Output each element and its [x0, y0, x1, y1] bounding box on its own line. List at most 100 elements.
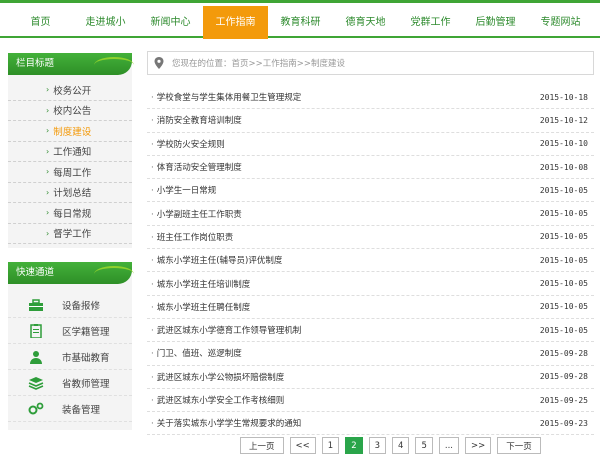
page-number-button[interactable]: 4 [392, 437, 410, 454]
chevron-right-icon: › [46, 85, 50, 95]
nav-item-7[interactable]: 后勤管理 [463, 6, 528, 39]
article-title-link[interactable]: 武进区城东小学公物损坏赔偿制度 [151, 371, 285, 383]
chevron-right-icon: › [46, 187, 50, 197]
article-title-link[interactable]: 关于落实城东小学学生常规要求的通知 [151, 417, 302, 429]
sidebar-item[interactable]: › 制度建设 [8, 121, 132, 142]
article-date: 2015-10-05 [539, 325, 588, 335]
quick-links-panel: 快速通道 设备报修 区学籍管理 市基础教育 省教师管理 装备管理 [8, 262, 134, 430]
first-page-button[interactable]: << [289, 437, 316, 454]
gears-icon [28, 402, 44, 416]
nav-item-3[interactable]: 工作指南 [203, 6, 268, 39]
sidebar-item-label: 每日常规 [53, 208, 92, 220]
sidebar-item-label: 校内公告 [53, 106, 92, 118]
quick-link-label: 省教师管理 [62, 378, 110, 390]
nav-item-1[interactable]: 走进城小 [73, 6, 138, 39]
sidebar-item-label: 制度建设 [53, 126, 92, 138]
article-date: 2015-10-05 [539, 255, 588, 265]
article-title-link[interactable]: 消防安全教育培训制度 [151, 114, 242, 126]
nav-item-4[interactable]: 教育科研 [268, 6, 333, 39]
top-navigation-bar: 首页 走进城小 新闻中心 工作指南 教育科研 德育天地 党群工作 后勤管理 专题网站 [0, 0, 600, 39]
sidebar-item[interactable]: › 每日常规 [8, 203, 132, 224]
article-title-link[interactable]: 小学生一日常规 [151, 184, 217, 196]
article-title-link[interactable]: 班主任工作岗位职责 [151, 231, 234, 243]
article-row: 城东小学班主任培训制度 2015-10-05 [147, 272, 594, 296]
quick-link[interactable]: 设备报修 [8, 292, 132, 318]
page-number-button[interactable]: 1 [321, 437, 340, 454]
breadcrumb: 您现在的位置：首页>>工作指南>>制度建设 [147, 51, 594, 75]
article-title-link[interactable]: 武进区城东小学德育工作领导管理机制 [151, 324, 302, 336]
nav-item-8[interactable]: 专题网站 [528, 6, 593, 39]
quick-link[interactable]: 市基础教育 [8, 344, 132, 370]
nav-item-6[interactable]: 党群工作 [398, 6, 463, 39]
article-list: 学校食堂与学生集体用餐卫生管理规定 2015-10-18 消防安全教育培训制度 201… [147, 86, 594, 436]
sidebar-item[interactable]: › 校务公开 [8, 80, 132, 101]
article-row: 学校防火安全规则 2015-10-10 [147, 133, 594, 156]
article-row: 城东小学班主任(辅导员)评优制度 2015-10-05 [147, 249, 594, 273]
sidebar-item[interactable]: › 校内公告 [8, 101, 132, 121]
quick-link[interactable]: 省教师管理 [8, 370, 132, 396]
prev-page-button[interactable]: 上一页 [240, 437, 284, 454]
article-date: 2015-10-10 [539, 139, 588, 149]
article-date: 2015-10-05 [539, 232, 588, 242]
nav-item-2[interactable]: 新闻中心 [138, 6, 203, 39]
article-row: 小学生一日常规 2015-10-05 [147, 179, 594, 203]
page-number-button[interactable]: 3 [368, 437, 387, 454]
quick-link[interactable]: 装备管理 [8, 396, 132, 422]
quick-link-label: 市基础教育 [62, 352, 110, 364]
page-ellipsis[interactable]: ... [438, 437, 459, 454]
article-title-link[interactable]: 城东小学班主任培训制度 [151, 278, 251, 290]
category-sidebar: 栏目标题 › 校务公开 › 校内公告 › 制度建设 › 工作通知 › 每周工作 › 计划总结 › 每日常规… [8, 53, 134, 248]
article-row: 学校食堂与学生集体用餐卫生管理规定 2015-10-18 [147, 86, 594, 110]
next-page-button[interactable]: 下一页 [497, 437, 541, 454]
article-title-link[interactable]: 小学副班主任工作职责 [151, 208, 242, 220]
sidebar-menu: › 校务公开 › 校内公告 › 制度建设 › 工作通知 › 每周工作 › 计划总结 › 每日常规 › 督学工作 [8, 75, 132, 244]
article-row: 门卫、值班、巡逻制度 2015-09-28 [147, 342, 594, 366]
article-title-link[interactable]: 学校防火安全规则 [151, 138, 225, 150]
sidebar-item-label: 督学工作 [53, 229, 92, 241]
article-row: 班主任工作岗位职责 2015-10-05 [147, 226, 594, 250]
article-date: 2015-10-05 [539, 185, 588, 195]
article-date: 2015-10-05 [539, 302, 588, 312]
quick-link[interactable]: 区学籍管理 [8, 318, 132, 344]
quick-links-list: 设备报修 区学籍管理市基础教育省教师管理装备管理 [8, 284, 132, 422]
article-date: 2015-10-12 [539, 115, 588, 125]
sidebar-item[interactable]: › 工作通知 [8, 142, 132, 162]
pagination: 上一页 << 1 2 3 4 5... >> 下一页 [240, 437, 541, 455]
article-row: 城东小学班主任聘任制度 2015-10-05 [147, 296, 594, 319]
article-date: 2015-09-28 [539, 348, 588, 358]
chevron-right-icon: › [46, 126, 50, 136]
main-nav: 首页 走进城小 新闻中心 工作指南 教育科研 德育天地 党群工作 后勤管理 专题网站 [8, 6, 593, 39]
article-title-link[interactable]: 体育活动安全管理制度 [151, 161, 242, 173]
sidebar-item-label: 每周工作 [53, 167, 92, 179]
chevron-right-icon: › [46, 167, 50, 177]
sidebar-item-label: 校务公开 [53, 85, 92, 97]
sidebar-item[interactable]: › 督学工作 [8, 224, 132, 244]
sidebar-item[interactable]: › 每周工作 [8, 162, 132, 183]
sidebar-item-label: 工作通知 [53, 147, 92, 159]
article-title-link[interactable]: 武进区城东小学安全工作考核细则 [151, 394, 285, 406]
location-pin-icon [154, 57, 164, 69]
layers-icon [28, 376, 44, 390]
article-row: 武进区城东小学公物损坏赔偿制度 2015-09-28 [147, 366, 594, 389]
article-row: 武进区城东小学德育工作领导管理机制 2015-10-05 [147, 319, 594, 343]
person-icon [28, 350, 44, 364]
toolbox-icon [28, 298, 44, 312]
sidebar-title: 栏目标题 [8, 53, 134, 75]
nav-item-0[interactable]: 首页 [8, 6, 73, 39]
article-title-link[interactable]: 门卫、值班、巡逻制度 [151, 347, 242, 359]
sidebar-item-label: 计划总结 [53, 188, 92, 200]
article-title-link[interactable]: 学校食堂与学生集体用餐卫生管理规定 [151, 91, 302, 103]
article-row: 小学副班主任工作职责 2015-10-05 [147, 202, 594, 226]
article-title-link[interactable]: 城东小学班主任(辅导员)评优制度 [151, 254, 283, 266]
page-number-button[interactable]: 2 [345, 437, 363, 454]
sidebar-item[interactable]: › 计划总结 [8, 183, 132, 203]
article-row: 武进区城东小学安全工作考核细则 2015-09-25 [147, 389, 594, 413]
last-page-button[interactable]: >> [464, 437, 492, 454]
breadcrumb-text: 您现在的位置：首页>>工作指南>>制度建设 [172, 59, 345, 69]
chevron-right-icon: › [46, 105, 50, 115]
page-number-button[interactable]: 5 [415, 437, 433, 454]
article-date: 2015-10-18 [539, 92, 588, 102]
article-title-link[interactable]: 城东小学班主任聘任制度 [151, 301, 251, 313]
nav-item-5[interactable]: 德育天地 [333, 6, 398, 39]
chevron-right-icon: › [46, 146, 50, 156]
